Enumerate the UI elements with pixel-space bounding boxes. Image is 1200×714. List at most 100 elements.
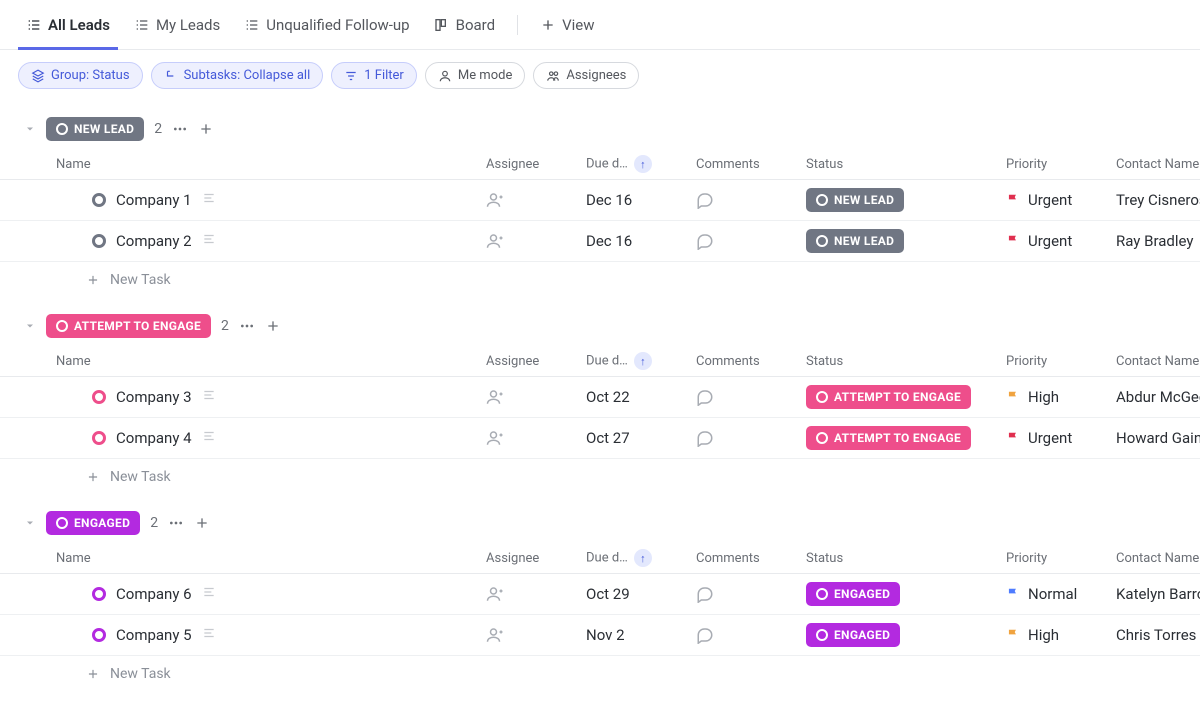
task-detail-icon[interactable] (202, 191, 216, 209)
filter-chip[interactable]: 1 Filter (331, 62, 417, 89)
due-date-cell[interactable]: Oct 27 (586, 429, 696, 447)
status-cell[interactable]: NEW LEAD (806, 229, 1006, 253)
comments-cell[interactable] (696, 429, 806, 447)
priority-cell[interactable]: Normal (1006, 585, 1116, 603)
col-priority[interactable]: Priority (1006, 354, 1116, 369)
group-status-pill[interactable]: ENGAGED (46, 511, 140, 535)
collapse-toggle[interactable] (24, 517, 36, 529)
col-name[interactable]: Name (56, 551, 486, 566)
col-status[interactable]: Status (806, 157, 1006, 172)
col-comments[interactable]: Comments (696, 354, 806, 369)
contact-cell[interactable]: Howard Gaines (1116, 429, 1200, 447)
contact-cell[interactable]: Katelyn Barron (1116, 585, 1200, 603)
new-task-button[interactable]: New Task (0, 459, 1200, 495)
tab-unqualified[interactable]: Unqualified Follow-up (236, 0, 417, 50)
comments-cell[interactable] (696, 626, 806, 644)
task-row[interactable]: Company 1 Dec 16 NEW LEAD Urgent Trey Ci… (0, 180, 1200, 221)
priority-cell[interactable]: High (1006, 388, 1116, 406)
tab-board[interactable]: Board (426, 0, 503, 50)
status-cell[interactable]: NEW LEAD (806, 188, 1006, 212)
assignee-cell[interactable] (486, 232, 586, 250)
me-mode-chip[interactable]: Me mode (425, 62, 526, 89)
task-detail-icon[interactable] (202, 388, 216, 406)
due-date-cell[interactable]: Oct 29 (586, 585, 696, 603)
comments-cell[interactable] (696, 585, 806, 603)
priority-cell[interactable]: Urgent (1006, 191, 1116, 209)
collapse-toggle[interactable] (24, 123, 36, 135)
col-priority[interactable]: Priority (1006, 551, 1116, 566)
group-chip[interactable]: Group: Status (18, 62, 143, 89)
col-status[interactable]: Status (806, 551, 1006, 566)
col-due[interactable]: Due d…↑ (586, 155, 696, 173)
col-priority[interactable]: Priority (1006, 157, 1116, 172)
status-cell[interactable]: ATTEMPT TO ENGAGE (806, 385, 1006, 409)
task-row[interactable]: Company 6 Oct 29 ENGAGED Normal Katelyn … (0, 574, 1200, 615)
due-date-cell[interactable]: Oct 22 (586, 388, 696, 406)
collapse-toggle[interactable] (24, 320, 36, 332)
priority-cell[interactable]: High (1006, 626, 1116, 644)
col-comments[interactable]: Comments (696, 551, 806, 566)
task-row[interactable]: Company 4 Oct 27 ATTEMPT TO ENGAGE Urgen… (0, 418, 1200, 459)
assignee-cell[interactable] (486, 429, 586, 447)
status-dot-icon[interactable] (92, 193, 106, 207)
col-status[interactable]: Status (806, 354, 1006, 369)
tab-all-leads[interactable]: All Leads (18, 0, 118, 50)
due-date-cell[interactable]: Dec 16 (586, 191, 696, 209)
due-date-cell[interactable]: Nov 2 (586, 626, 696, 644)
group-more-button[interactable] (168, 515, 184, 531)
task-detail-icon[interactable] (202, 232, 216, 250)
assignee-cell[interactable] (486, 388, 586, 406)
group-add-task-button[interactable] (198, 121, 214, 137)
task-row[interactable]: Company 2 Dec 16 NEW LEAD Urgent Ray Bra… (0, 221, 1200, 262)
group-more-button[interactable] (239, 318, 255, 334)
comments-cell[interactable] (696, 191, 806, 209)
col-contact[interactable]: Contact Name (1116, 354, 1200, 369)
col-name[interactable]: Name (56, 157, 486, 172)
status-cell[interactable]: ATTEMPT TO ENGAGE (806, 426, 1006, 450)
priority-cell[interactable]: Urgent (1006, 429, 1116, 447)
assignees-chip[interactable]: Assignees (533, 62, 639, 89)
col-contact[interactable]: Contact Name (1116, 551, 1200, 566)
contact-cell[interactable]: Abdur McGee (1116, 388, 1200, 406)
group-more-button[interactable] (172, 121, 188, 137)
comments-cell[interactable] (696, 388, 806, 406)
status-cell[interactable]: ENGAGED (806, 582, 1006, 606)
task-detail-icon[interactable] (202, 626, 216, 644)
tab-my-leads[interactable]: My Leads (126, 0, 228, 50)
col-assignee[interactable]: Assignee (486, 354, 586, 369)
assignee-cell[interactable] (486, 585, 586, 603)
group-add-task-button[interactable] (265, 318, 281, 334)
col-due[interactable]: Due d…↑ (586, 549, 696, 567)
status-cell[interactable]: ENGAGED (806, 623, 1006, 647)
status-dot-icon[interactable] (92, 628, 106, 642)
due-date-cell[interactable]: Dec 16 (586, 232, 696, 250)
group-status-pill[interactable]: NEW LEAD (46, 117, 144, 141)
subtasks-chip[interactable]: Subtasks: Collapse all (151, 62, 324, 89)
contact-cell[interactable]: Chris Torres (1116, 626, 1200, 644)
new-task-button[interactable]: New Task (0, 262, 1200, 298)
priority-cell[interactable]: Urgent (1006, 232, 1116, 250)
new-task-button[interactable]: New Task (0, 656, 1200, 692)
group-add-task-button[interactable] (194, 515, 210, 531)
status-dot-icon[interactable] (92, 234, 106, 248)
col-due[interactable]: Due d…↑ (586, 352, 696, 370)
contact-cell[interactable]: Ray Bradley (1116, 232, 1200, 250)
assignee-cell[interactable] (486, 626, 586, 644)
add-view-button[interactable]: View (532, 0, 602, 50)
col-contact[interactable]: Contact Name (1116, 157, 1200, 172)
assignee-cell[interactable] (486, 191, 586, 209)
col-assignee[interactable]: Assignee (486, 157, 586, 172)
task-detail-icon[interactable] (202, 429, 216, 447)
task-row[interactable]: Company 3 Oct 22 ATTEMPT TO ENGAGE High … (0, 377, 1200, 418)
col-comments[interactable]: Comments (696, 157, 806, 172)
task-row[interactable]: Company 5 Nov 2 ENGAGED High Chris Torre… (0, 615, 1200, 656)
task-detail-icon[interactable] (202, 585, 216, 603)
status-dot-icon[interactable] (92, 431, 106, 445)
col-assignee[interactable]: Assignee (486, 551, 586, 566)
col-name[interactable]: Name (56, 354, 486, 369)
group-status-pill[interactable]: ATTEMPT TO ENGAGE (46, 314, 211, 338)
contact-cell[interactable]: Trey Cisneros (1116, 191, 1200, 209)
status-dot-icon[interactable] (92, 587, 106, 601)
comments-cell[interactable] (696, 232, 806, 250)
status-dot-icon[interactable] (92, 390, 106, 404)
